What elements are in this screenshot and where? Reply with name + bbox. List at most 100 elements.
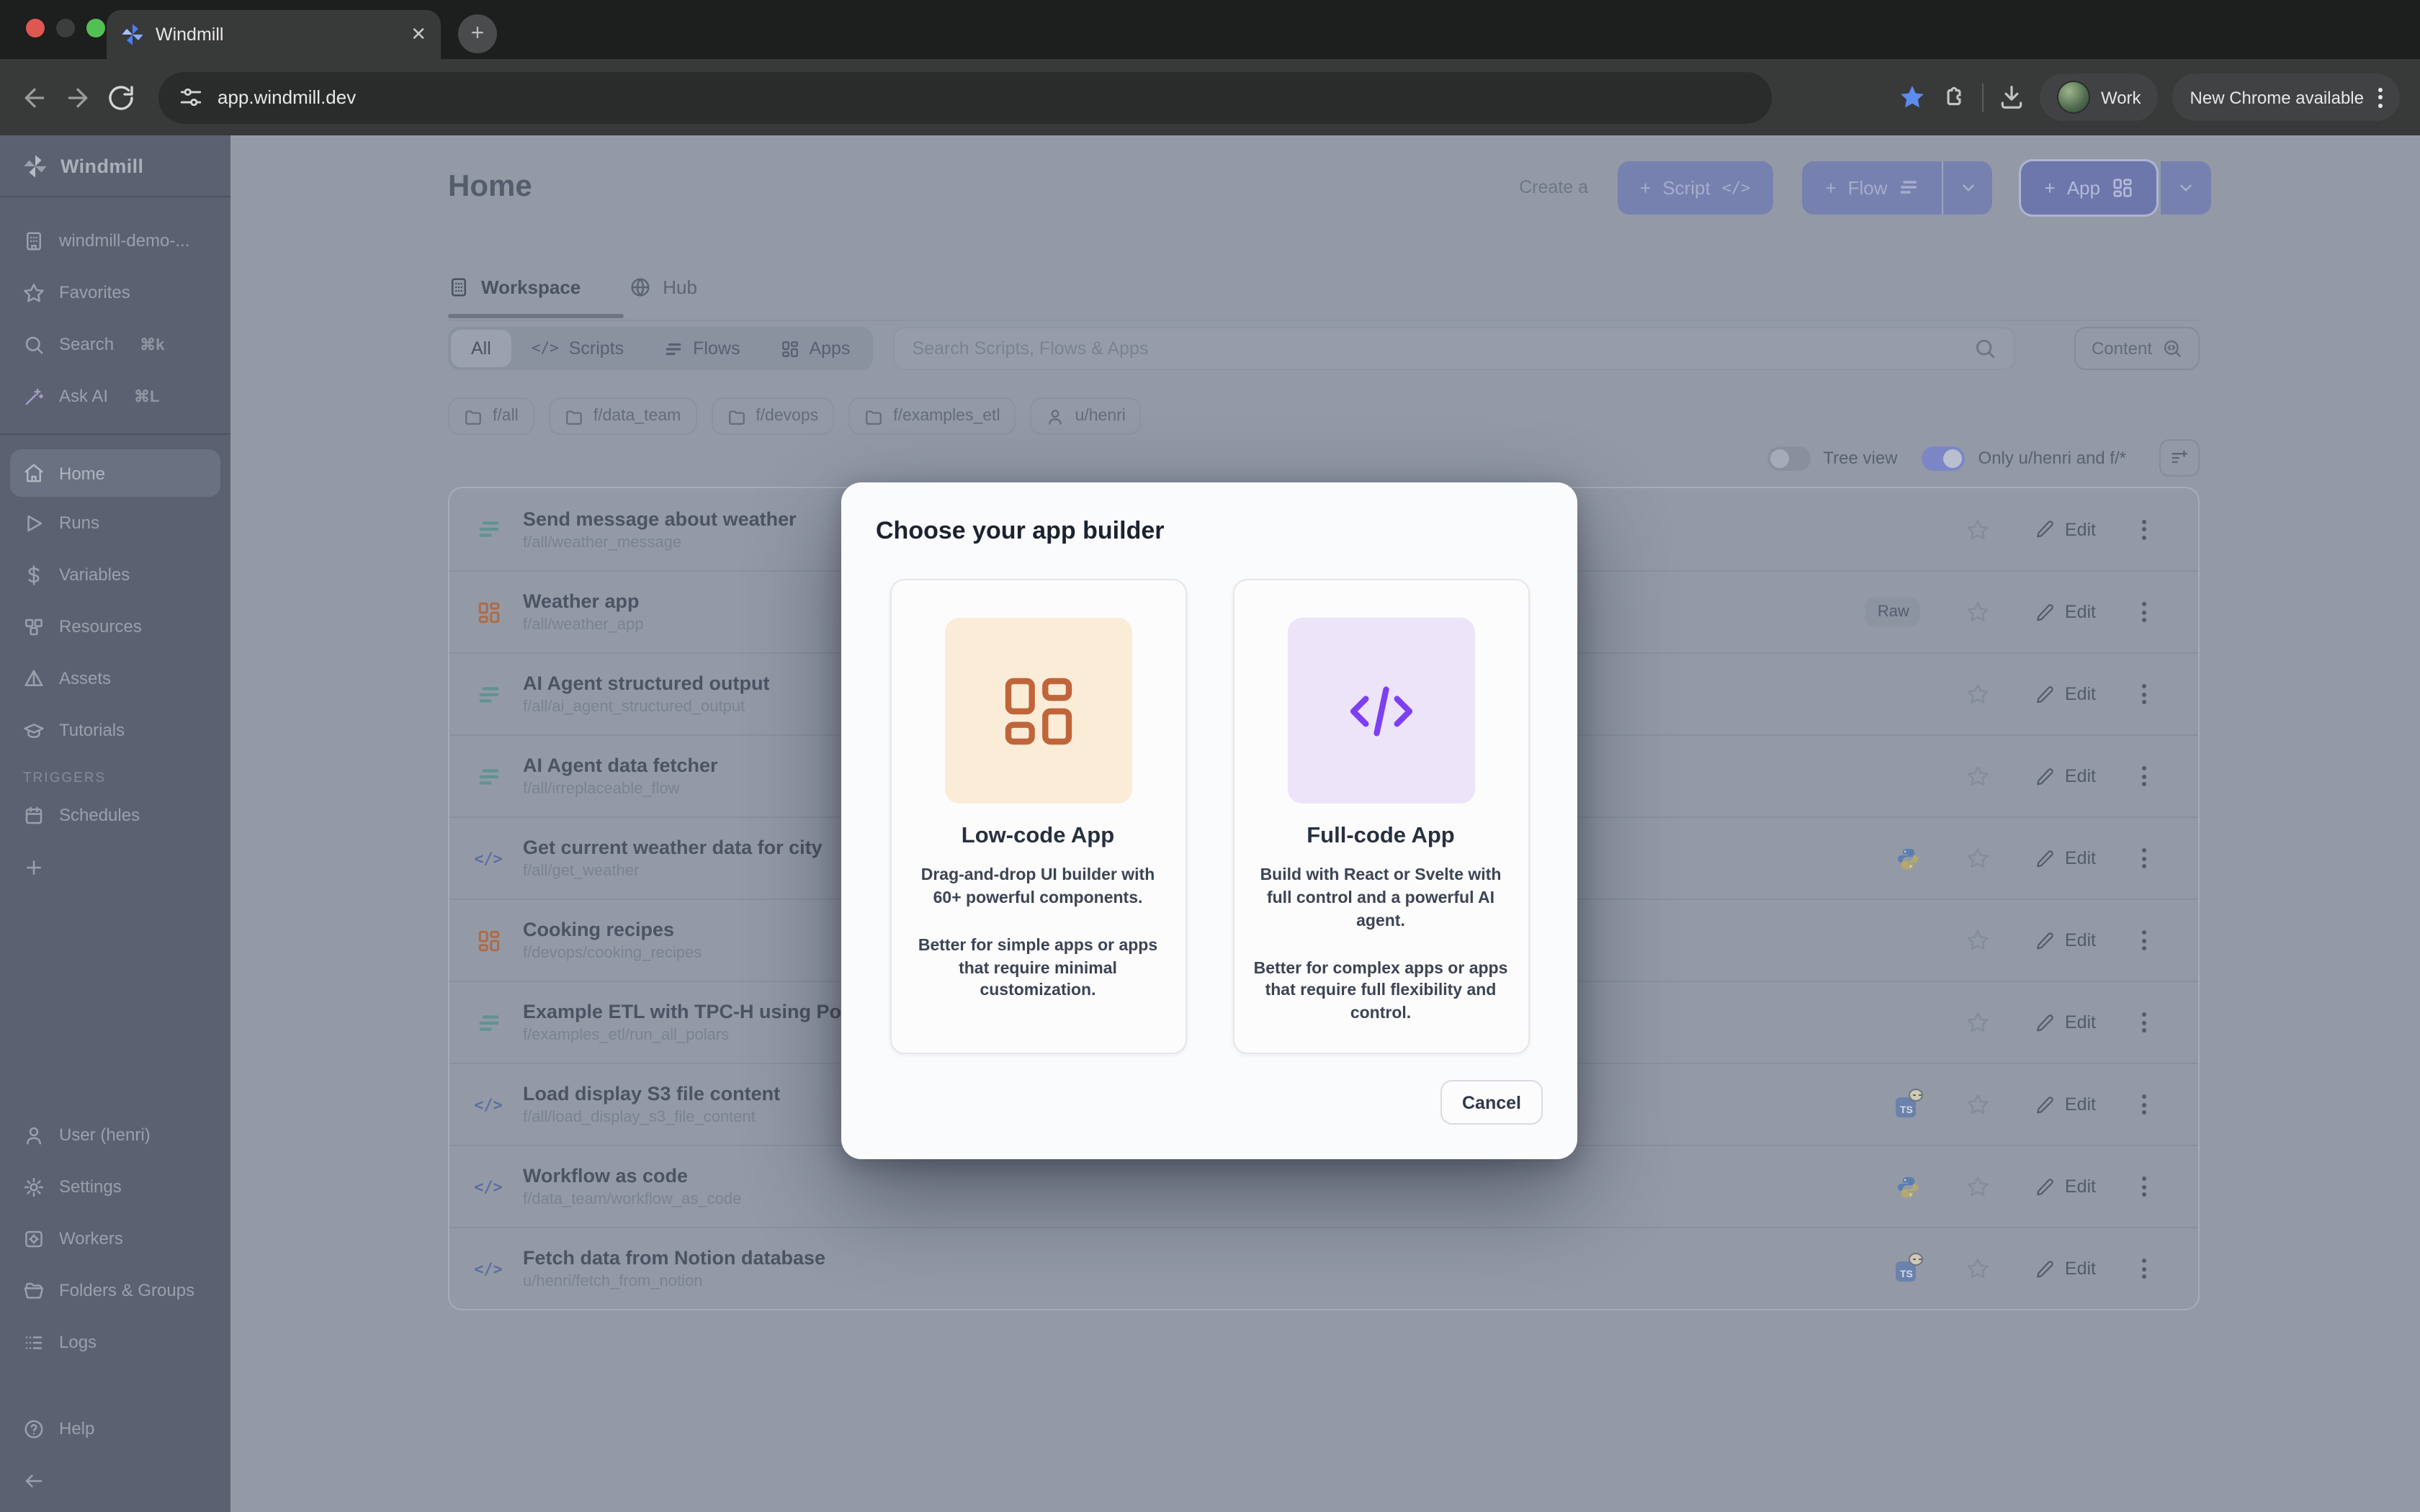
cancel-button[interactable]: Cancel bbox=[1440, 1080, 1543, 1125]
sidebar-item-workspace[interactable]: windmill-demo-... bbox=[0, 215, 230, 266]
favorite-star-icon[interactable] bbox=[1967, 929, 1990, 952]
bookmark-star-icon[interactable] bbox=[1899, 84, 1927, 111]
only-owner-toggle[interactable] bbox=[1922, 446, 1966, 470]
chrome-update-button[interactable]: New Chrome available bbox=[2173, 73, 2400, 121]
favorite-star-icon[interactable] bbox=[1967, 600, 1990, 624]
sidebar-item-tutorials[interactable]: Tutorials bbox=[0, 704, 230, 756]
filter-flows[interactable]: Flows bbox=[644, 330, 760, 367]
row-menu-button[interactable] bbox=[2142, 1176, 2146, 1197]
tab-workspace[interactable]: Workspace bbox=[448, 276, 581, 297]
sidebar-item-logs[interactable]: Logs bbox=[0, 1316, 230, 1368]
sidebar-item-resources[interactable]: Resources bbox=[0, 600, 230, 652]
favorite-star-icon[interactable] bbox=[1967, 765, 1990, 788]
create-script-button[interactable]: + Script </> bbox=[1617, 161, 1773, 214]
favorite-star-icon[interactable] bbox=[1967, 1257, 1990, 1280]
edit-button[interactable]: Edit bbox=[2036, 930, 2096, 950]
row-menu-button[interactable] bbox=[2142, 930, 2146, 950]
sidebar-item-assets[interactable]: Assets bbox=[0, 652, 230, 704]
sidebar-item-schedules[interactable]: Schedules bbox=[0, 789, 230, 841]
search-box[interactable] bbox=[893, 327, 2015, 370]
tab-close-icon[interactable]: ✕ bbox=[411, 23, 426, 46]
create-app-button[interactable]: + App bbox=[2022, 161, 2156, 214]
favorite-star-icon[interactable] bbox=[1967, 1093, 1990, 1116]
site-settings-icon[interactable] bbox=[179, 85, 203, 109]
browser-tab[interactable]: Windmill ✕ bbox=[107, 10, 441, 59]
new-tab-button[interactable]: + bbox=[458, 14, 497, 53]
row-menu-button[interactable] bbox=[2142, 684, 2146, 704]
chip-folder[interactable]: f/devops bbox=[711, 397, 834, 435]
download-icon[interactable] bbox=[1999, 84, 2026, 111]
window-controls[interactable] bbox=[26, 19, 105, 37]
row-menu-button[interactable] bbox=[2142, 519, 2146, 539]
edit-button[interactable]: Edit bbox=[2036, 519, 2096, 539]
sidebar-item-home[interactable]: Home bbox=[10, 449, 220, 497]
full-code-card-title: Full-code App bbox=[1234, 824, 1528, 850]
sidebar-item-runs[interactable]: Runs bbox=[0, 497, 230, 549]
url-bar[interactable]: app.windmill.dev bbox=[158, 71, 1772, 123]
create-flow-button[interactable]: + Flow bbox=[1802, 161, 1942, 214]
low-code-app-card[interactable]: Low-code App Drag-and-drop UI builder wi… bbox=[889, 579, 1186, 1054]
edit-button[interactable]: Edit bbox=[2036, 1094, 2096, 1115]
profile-button[interactable]: Work bbox=[2040, 73, 2159, 121]
row-menu-button[interactable] bbox=[2142, 1259, 2146, 1279]
sidebar-item-folders-groups[interactable]: Folders & Groups bbox=[0, 1264, 230, 1316]
favorite-star-icon[interactable] bbox=[1967, 1175, 1990, 1198]
favorite-star-icon[interactable] bbox=[1967, 518, 1990, 541]
sidebar-item-variables[interactable]: Variables bbox=[0, 549, 230, 600]
row-menu-button[interactable] bbox=[2142, 602, 2146, 622]
minimize-window-button[interactable] bbox=[56, 19, 75, 37]
edit-button[interactable]: Edit bbox=[2036, 766, 2096, 786]
search-input[interactable] bbox=[912, 338, 1973, 359]
sidebar-add-trigger-button[interactable] bbox=[0, 841, 230, 893]
display-settings-button[interactable] bbox=[2159, 439, 2200, 477]
sidebar-item-search[interactable]: Search ⌘k bbox=[0, 318, 230, 370]
filter-scripts[interactable]: </> Scripts bbox=[511, 330, 644, 367]
edit-button[interactable]: Edit bbox=[2036, 602, 2096, 622]
chrome-menu-icon[interactable] bbox=[2374, 87, 2383, 107]
search-icon[interactable] bbox=[1973, 337, 1996, 360]
favorite-star-icon[interactable] bbox=[1967, 847, 1990, 870]
back-icon[interactable] bbox=[20, 83, 49, 112]
sidebar-item-ask-ai[interactable]: Ask AI ⌘L bbox=[0, 370, 230, 422]
row-menu-button[interactable] bbox=[2142, 766, 2146, 786]
row-menu-button[interactable] bbox=[2142, 1094, 2146, 1115]
tab-hub[interactable]: Hub bbox=[629, 276, 697, 297]
chip-folder[interactable]: f/examples_etl bbox=[848, 397, 1016, 435]
content-search-button[interactable]: Content bbox=[2074, 327, 2200, 370]
sidebar-item-favorites[interactable]: Favorites bbox=[0, 266, 230, 318]
edit-button[interactable]: Edit bbox=[2036, 848, 2096, 868]
zoom-window-button[interactable] bbox=[86, 19, 105, 37]
edit-button[interactable]: Edit bbox=[2036, 684, 2096, 704]
tree-view-toggle[interactable] bbox=[1767, 446, 1810, 470]
sidebar-item-user[interactable]: User (henri) bbox=[0, 1109, 230, 1161]
edit-button[interactable]: Edit bbox=[2036, 1259, 2096, 1279]
sidebar-item-workers[interactable]: Workers bbox=[0, 1212, 230, 1264]
extensions-puzzle-icon[interactable] bbox=[1941, 84, 1968, 111]
filter-apps[interactable]: Apps bbox=[760, 330, 870, 367]
full-code-app-card[interactable]: Full-code App Build with React or Svelte… bbox=[1232, 579, 1529, 1054]
create-app-dropdown-button[interactable] bbox=[2161, 161, 2211, 214]
close-window-button[interactable] bbox=[26, 19, 45, 37]
sidebar-collapse-button[interactable] bbox=[0, 1454, 230, 1506]
sidebar-item-settings[interactable]: Settings bbox=[0, 1161, 230, 1212]
favorite-star-icon[interactable] bbox=[1967, 683, 1990, 706]
favorite-star-icon[interactable] bbox=[1967, 1011, 1990, 1034]
chip-folder[interactable]: f/all bbox=[448, 397, 534, 435]
edit-button[interactable]: Edit bbox=[2036, 1176, 2096, 1197]
filter-all[interactable]: All bbox=[451, 330, 511, 367]
reload-icon[interactable] bbox=[107, 83, 135, 112]
typescript-bun-icon: TS bbox=[1896, 1256, 1921, 1281]
edit-button[interactable]: Edit bbox=[2036, 1012, 2096, 1032]
app-grid-icon bbox=[998, 670, 1078, 751]
chip-user[interactable]: u/henri bbox=[1031, 397, 1142, 435]
list-item[interactable]: </> Fetch data from Notion databaseu/hen… bbox=[449, 1227, 2198, 1309]
row-menu-button[interactable] bbox=[2142, 1012, 2146, 1032]
tab-title: Windmill bbox=[156, 24, 399, 45]
create-flow-dropdown-button[interactable] bbox=[1942, 161, 1993, 214]
sidebar-logo[interactable]: Windmill bbox=[0, 135, 230, 197]
row-menu-button[interactable] bbox=[2142, 848, 2146, 868]
chip-folder[interactable]: f/data_team bbox=[549, 397, 696, 435]
forward-icon[interactable] bbox=[63, 83, 92, 112]
flow-icon bbox=[476, 1010, 501, 1035]
sidebar-item-help[interactable]: Help bbox=[0, 1403, 230, 1454]
